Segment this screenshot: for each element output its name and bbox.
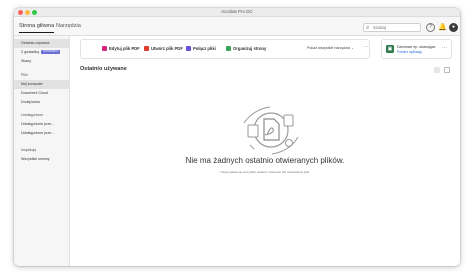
edit-pdf-icon [102,46,107,51]
dropdown-label: Pokaż wszystkie narzędzia [307,46,350,50]
sidebar-section-label: Inspekcja [21,148,37,152]
sidebar-item-label: Udostępnione prze... [21,131,55,135]
sidebar-item-label: Z gwiazdką [21,50,40,54]
list-view-icon[interactable] [434,67,440,73]
empty-state-illustration-icon [243,106,299,155]
sidebar-item-document-cloud[interactable]: Document Cloud [14,89,69,98]
get-app-link[interactable]: Pobierz aplikację [397,50,422,54]
promo-title: Darmowe ep. skanujące [397,45,436,49]
chevron-down-icon: ⌄ [350,46,354,50]
sidebar-item-label: Skany [21,59,31,63]
tools-more-button[interactable]: ··· [363,44,368,50]
sidebar-item-label: Wszystkie umowy [21,157,50,161]
tool-label: Połącz pliki [193,46,216,51]
top-toolbar: Strona główna Narzędzia ⌕ ? 🔔 ● [14,17,460,36]
sidebar-item-label: Mój komputer [21,82,43,86]
tool-label: Utwórz plik PDF [151,46,183,51]
search-icon: ⌕ [366,25,370,31]
main-content: Edytuj plik PDF Utwórz plik PDF Połącz p… [70,36,460,266]
create-pdf-icon [144,46,149,51]
sidebar-item-label: Ostatnio używane [21,41,50,45]
sidebar-section-files: Pliki [14,71,69,80]
sidebar-item-recent[interactable]: Ostatnio używane [14,39,69,48]
empty-state-title: Nie ma żadnych ostatnio otwieranych plik… [185,156,345,165]
sidebar-item-label: Dodaj konto [21,100,41,104]
sidebar-section-label: Udostępnione [21,113,44,117]
tool-label: Organizuj strony [233,46,267,51]
sidebar-item-all-agreements[interactable]: Wszystkie umowy [14,155,69,164]
promo-more-button[interactable]: ··· [442,45,447,51]
tool-label: Edytuj plik PDF [109,46,140,51]
sidebar-item-shared-by-you[interactable]: Udostępnione prze... [14,120,69,129]
sidebar-item-shared-by-others[interactable]: Udostępnione prze... [14,129,69,138]
sidebar-item-label: Document Cloud [21,91,48,95]
show-all-tools-dropdown[interactable]: Pokaż wszystkie narzędzia ⌄ [307,46,354,50]
organize-pages-icon [226,46,231,51]
sidebar-section-agreements: Inspekcja [14,146,69,155]
grid-view-icon[interactable] [444,67,450,73]
sidebar-item-starred[interactable]: Z gwiazdką WYPRÓBUJ [14,48,69,57]
edit-pdf-tool[interactable]: Edytuj plik PDF [102,46,140,51]
tab-home[interactable]: Strona główna [19,23,55,33]
window-title: Acrobat Pro DC [221,9,253,14]
sidebar-section-label: Pliki [21,73,28,77]
avatar[interactable]: ● [449,23,458,32]
create-pdf-tool[interactable]: Utwórz plik PDF [144,46,183,51]
search-input[interactable] [373,24,419,31]
empty-state-subtitle: Tutaj pojawią się wszystkie ostatnio otw… [220,170,310,174]
combine-files-tool[interactable]: Połącz pliki [186,46,216,51]
sidebar: Ostatnio używane Z gwiazdką WYPRÓBUJ Skan… [14,36,70,266]
sidebar-item-scans[interactable]: Skany [14,57,69,66]
sidebar-section-shared: Udostępnione [14,111,69,120]
organize-pages-tool[interactable]: Organizuj strony [226,46,266,51]
try-badge: WYPRÓBUJ [41,50,60,54]
tab-tools[interactable]: Narzędzia [56,23,81,29]
scan-app-icon: ▣ [386,45,394,53]
recent-section-title: Ostatnio używane [80,66,127,72]
sidebar-item-my-computer[interactable]: Mój komputer [14,80,69,89]
notification-bell-icon[interactable]: 🔔 [438,23,447,32]
title-bar: Acrobat Pro DC [14,8,460,17]
search-box[interactable]: ⌕ [363,23,421,32]
sidebar-item-label: Udostępnione prze... [21,122,55,126]
tools-panel: Edytuj plik PDF Utwórz plik PDF Połącz p… [80,39,370,59]
sidebar-item-add-account[interactable]: Dodaj konto [14,98,69,107]
help-icon[interactable]: ? [426,23,435,32]
app-window: Acrobat Pro DC Strona główna Narzędzia ⌕… [14,8,460,266]
combine-files-icon [186,46,191,51]
